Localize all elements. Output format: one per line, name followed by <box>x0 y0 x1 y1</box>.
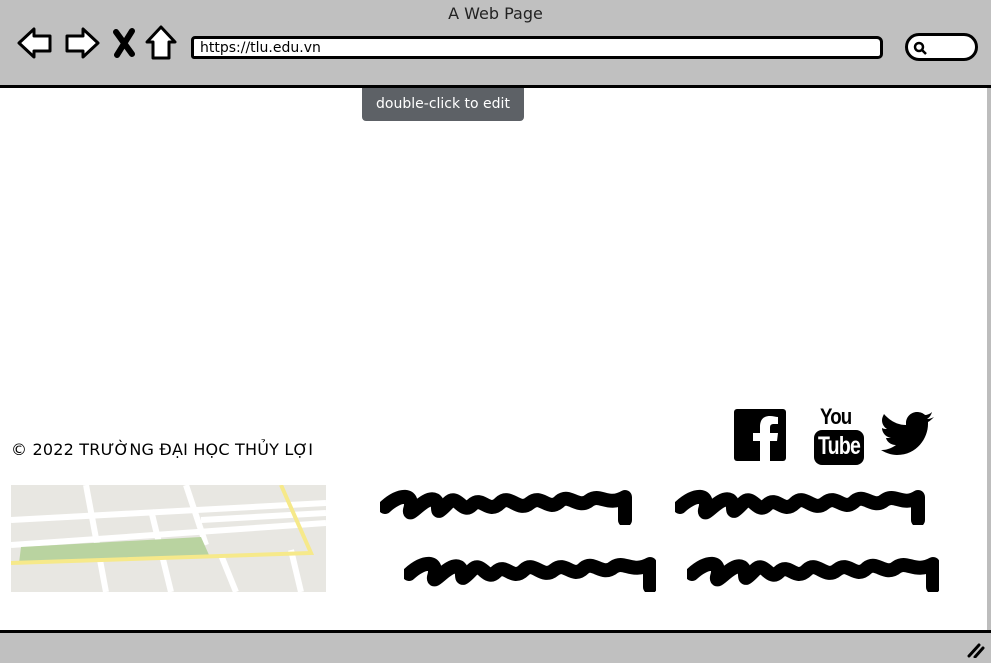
search-box[interactable] <box>905 33 978 61</box>
youtube-tube-text: Tube <box>818 432 861 460</box>
map-image[interactable] <box>11 485 326 592</box>
footer-link-1[interactable] <box>380 485 632 525</box>
footer-link-4[interactable] <box>687 552 939 592</box>
search-icon <box>913 41 927 55</box>
footer-link-2[interactable] <box>675 485 927 525</box>
edit-tooltip: double-click to edit <box>362 88 524 121</box>
browser-toolbar: A Web Page https://tlu.edu.vn <box>0 0 991 88</box>
footer-link-3[interactable] <box>404 552 656 592</box>
window-title: A Web Page <box>448 4 543 23</box>
home-icon[interactable] <box>144 24 178 62</box>
scrollbar-edge <box>987 88 991 630</box>
close-icon[interactable] <box>108 24 140 62</box>
youtube-tube-box: Tube <box>814 430 864 465</box>
forward-arrow-icon[interactable] <box>63 24 101 62</box>
youtube-icon[interactable]: You Tube <box>814 404 866 465</box>
address-bar[interactable]: https://tlu.edu.vn <box>191 36 883 59</box>
twitter-icon[interactable] <box>881 412 935 458</box>
status-bar <box>0 630 991 663</box>
facebook-icon[interactable] <box>734 409 786 461</box>
resize-handle-icon[interactable] <box>967 642 985 658</box>
copyright-text: © 2022 TRƯỜNG ĐẠI HỌC THỦY LỢI <box>11 440 314 459</box>
youtube-you-text: You <box>820 404 852 429</box>
back-arrow-icon[interactable] <box>16 24 54 62</box>
